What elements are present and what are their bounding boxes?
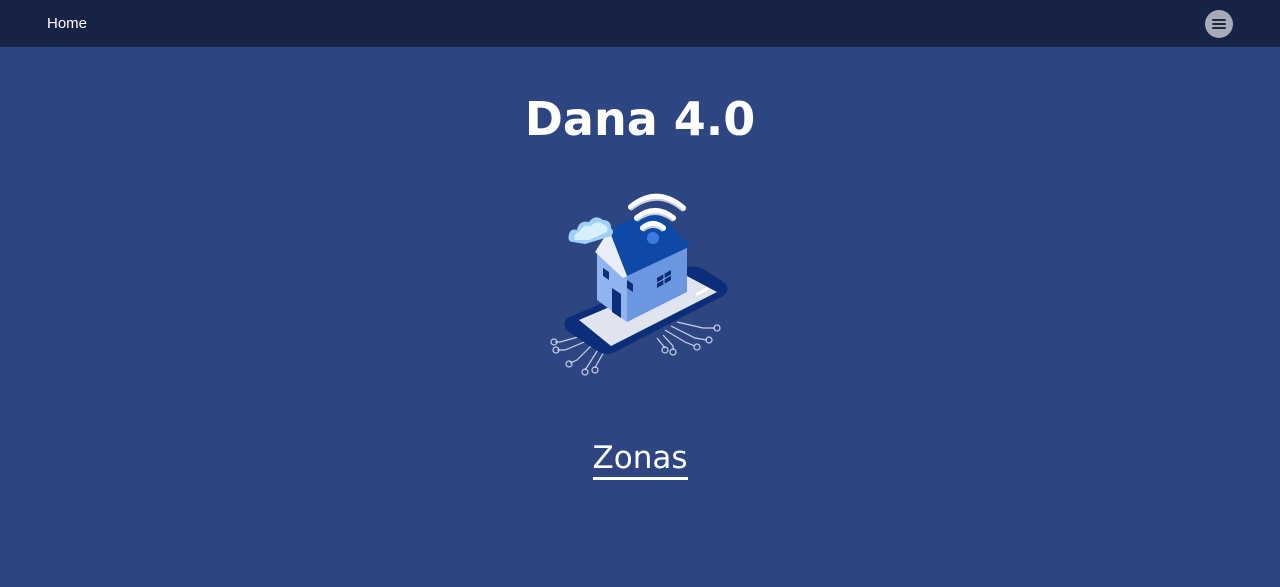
smart-home-icon <box>545 180 735 380</box>
top-navbar: Home <box>0 0 1280 47</box>
page-title: Dana 4.0 <box>524 92 756 146</box>
menu-button[interactable] <box>1205 10 1233 38</box>
zonas-link-container: Zonas <box>0 439 1280 480</box>
hamburger-menu-icon <box>1212 18 1226 30</box>
nav-home-link[interactable]: Home <box>47 15 87 32</box>
zonas-link[interactable]: Zonas <box>592 439 688 480</box>
